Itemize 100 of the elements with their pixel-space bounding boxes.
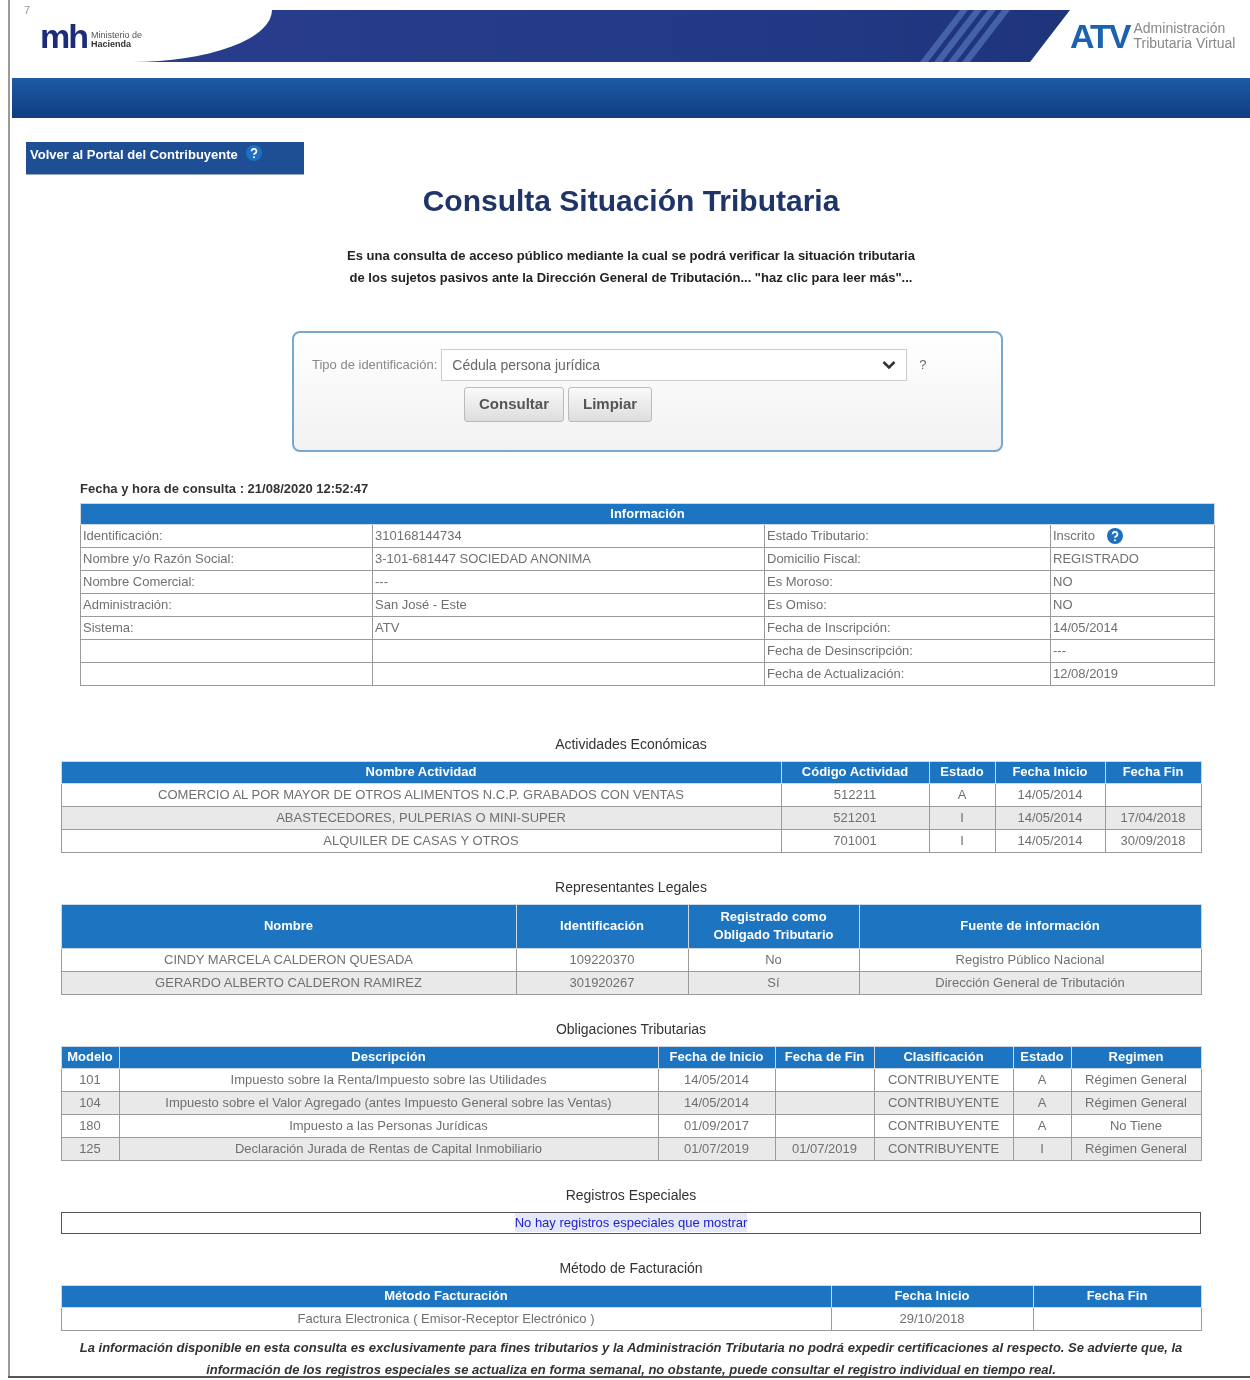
column-header: Identificación: [516, 904, 688, 948]
table-cell: Impuesto a las Personas Jurídicas: [119, 1114, 658, 1137]
field-label: Identificación:: [80, 524, 373, 547]
table-cell: Régimen General: [1071, 1137, 1201, 1160]
section-title: Método de Facturación: [559, 1258, 703, 1278]
table-cell: 01/09/2017: [658, 1114, 775, 1137]
table-cell: 01/07/2019: [775, 1137, 874, 1160]
table-cell: ABASTECEDORES, PULPERIAS O MINI-SUPER: [61, 806, 781, 829]
field-value: ---: [1053, 641, 1066, 660]
logo-caption: Ministerio de: [91, 31, 143, 40]
back-button[interactable]: Volver al Portal del Contribuyente: [26, 142, 304, 175]
section-title: Obligaciones Tributarias: [555, 1019, 707, 1039]
page-title: Consulta Situación Tributaria: [422, 183, 840, 219]
column-header: Registrado como Obligado Tributario: [688, 904, 859, 948]
section-title: Registros Especiales: [565, 1185, 697, 1205]
table-cell: A: [1013, 1068, 1071, 1091]
table-cell: No: [688, 948, 859, 971]
table-cell: Factura Electronica ( Emisor-Receptor Electrónico ): [61, 1307, 831, 1330]
table-cell: GERARDO ALBERTO CALDERON RAMIREZ: [61, 971, 516, 994]
query-timestamp: Fecha y hora de consulta : 21/08/2020 12:52:47: [80, 481, 369, 496]
table-cell: 29/10/2018: [831, 1307, 1033, 1330]
column-header: Fuente de información: [859, 904, 1201, 948]
column-header: Fecha de Inicio: [658, 1046, 775, 1068]
column-header: Método Facturación: [61, 1285, 831, 1307]
field-value: ---: [372, 570, 765, 593]
table-cell: I: [929, 829, 995, 852]
table-cell: 104: [61, 1091, 119, 1114]
page-number: 7: [24, 3, 31, 18]
field-value: NO: [1053, 595, 1073, 614]
field-label: Sistema:: [80, 616, 373, 639]
table-cell: A: [929, 783, 995, 806]
column-header: Fecha Fin: [1105, 761, 1201, 783]
column-header: Fecha Inicio: [995, 761, 1105, 783]
field-value: 3-101-681447 SOCIEDAD ANONIMA: [372, 547, 765, 570]
table-cell: 30/09/2018: [1105, 829, 1201, 852]
table-cell: Sí: [688, 971, 859, 994]
chevron-down-icon: [882, 360, 897, 370]
table-cell: Impuesto sobre la Renta/Impuesto sobre las Utilidades: [119, 1068, 658, 1091]
form-button[interactable]: Limpiar: [568, 387, 653, 422]
field-label: Fecha de Inscripción:: [764, 616, 1051, 639]
column-header: Descripción: [119, 1046, 658, 1068]
table-cell: 180: [61, 1114, 119, 1137]
table-cell: Dirección General de Tributación: [859, 971, 1201, 994]
table-cell: 125: [61, 1137, 119, 1160]
table-cell: Impuesto sobre el Valor Agregado (antes Impuesto General sobre las Ventas): [119, 1091, 658, 1114]
help-icon[interactable]: [245, 145, 262, 161]
table-cell: No Tiene: [1071, 1114, 1201, 1137]
table-cell: 512211: [781, 783, 929, 806]
column-header: Clasificación: [874, 1046, 1013, 1068]
column-header: Código Actividad: [781, 761, 929, 783]
table-cell: 17/04/2018: [1105, 806, 1201, 829]
field-value: 310168144734: [372, 524, 765, 547]
table-cell: Régimen General: [1071, 1091, 1201, 1114]
table-cell: CONTRIBUYENTE: [874, 1114, 1013, 1137]
help-mark[interactable]: ?: [919, 355, 927, 375]
table-cell: 521201: [781, 806, 929, 829]
section-title: Representantes Legales: [555, 877, 707, 897]
field-label: Administración:: [80, 593, 373, 616]
table-cell: I: [1013, 1137, 1071, 1160]
column-header: Fecha Inicio: [831, 1285, 1033, 1307]
field-value: Inscrito: [1053, 526, 1095, 545]
column-header: Nombre Actividad: [61, 761, 781, 783]
field-value: 14/05/2014: [1053, 618, 1119, 637]
identification-select[interactable]: Cédula persona jurídica: [441, 349, 908, 381]
column-header: Regimen: [1071, 1046, 1201, 1068]
table-cell: CONTRIBUYENTE: [874, 1137, 1013, 1160]
table-cell: Régimen General: [1071, 1068, 1201, 1091]
table-cell: CONTRIBUYENTE: [874, 1091, 1013, 1114]
field-value: REGISTRADO: [1053, 549, 1139, 568]
field-value: ATV: [372, 616, 765, 639]
field-label: Tipo de identificación:: [312, 356, 438, 375]
table-cell: 01/07/2019: [658, 1137, 775, 1160]
form-button[interactable]: Consultar: [464, 387, 564, 422]
field-label: Es Moroso:: [764, 570, 1051, 593]
column-header: Fecha de Fin: [775, 1046, 874, 1068]
table-cell: A: [1013, 1114, 1071, 1137]
field-value: 12/08/2019: [1053, 664, 1119, 683]
table-cell: I: [929, 806, 995, 829]
field-label: Nombre y/o Razón Social:: [80, 547, 373, 570]
table-cell: 301920267: [516, 971, 688, 994]
column-header: Estado: [1013, 1046, 1071, 1068]
disclaimer-text: La información disponible en esta consulta es exclusivamente para fines tributarios y la Administración Tributaria no podrá expedir certificaciones al respecto. Se advierte que, la información de los registros especiales se actualiza en forma semanal, no obstante, puede consultar el registro individual en tiempo real.: [78, 1338, 1184, 1379]
field-label: Fecha de Desinscripción:: [764, 639, 1051, 662]
table-cell: CINDY MARCELA CALDERON QUESADA: [61, 948, 516, 971]
field-label: Domicilio Fiscal:: [764, 547, 1051, 570]
table-cell: 14/05/2014: [658, 1068, 775, 1091]
column-header: Nombre: [61, 904, 516, 948]
field-label: Nombre Comercial:: [80, 570, 373, 593]
table-cell: 14/05/2014: [995, 806, 1105, 829]
field-label: Estado Tributario:: [764, 524, 1051, 547]
help-icon[interactable]: [1106, 527, 1123, 544]
table-cell: A: [1013, 1091, 1071, 1114]
table-cell: COMERCIO AL POR MAYOR DE OTROS ALIMENTOS N.C.P. GRABADOS CON VENTAS: [61, 783, 781, 806]
table-cell: Declaración Jurada de Rentas de Capital Inmobiliario: [119, 1137, 658, 1160]
table-cell: 14/05/2014: [995, 829, 1105, 852]
section-title: Actividades Económicas: [555, 734, 707, 754]
empty-message: No hay registros especiales que mostrar: [514, 1212, 748, 1233]
table-cell: Registro Público Nacional: [859, 948, 1201, 971]
column-header: Fecha Fin: [1033, 1285, 1201, 1307]
field-label: Fecha de Actualización:: [764, 662, 1051, 685]
